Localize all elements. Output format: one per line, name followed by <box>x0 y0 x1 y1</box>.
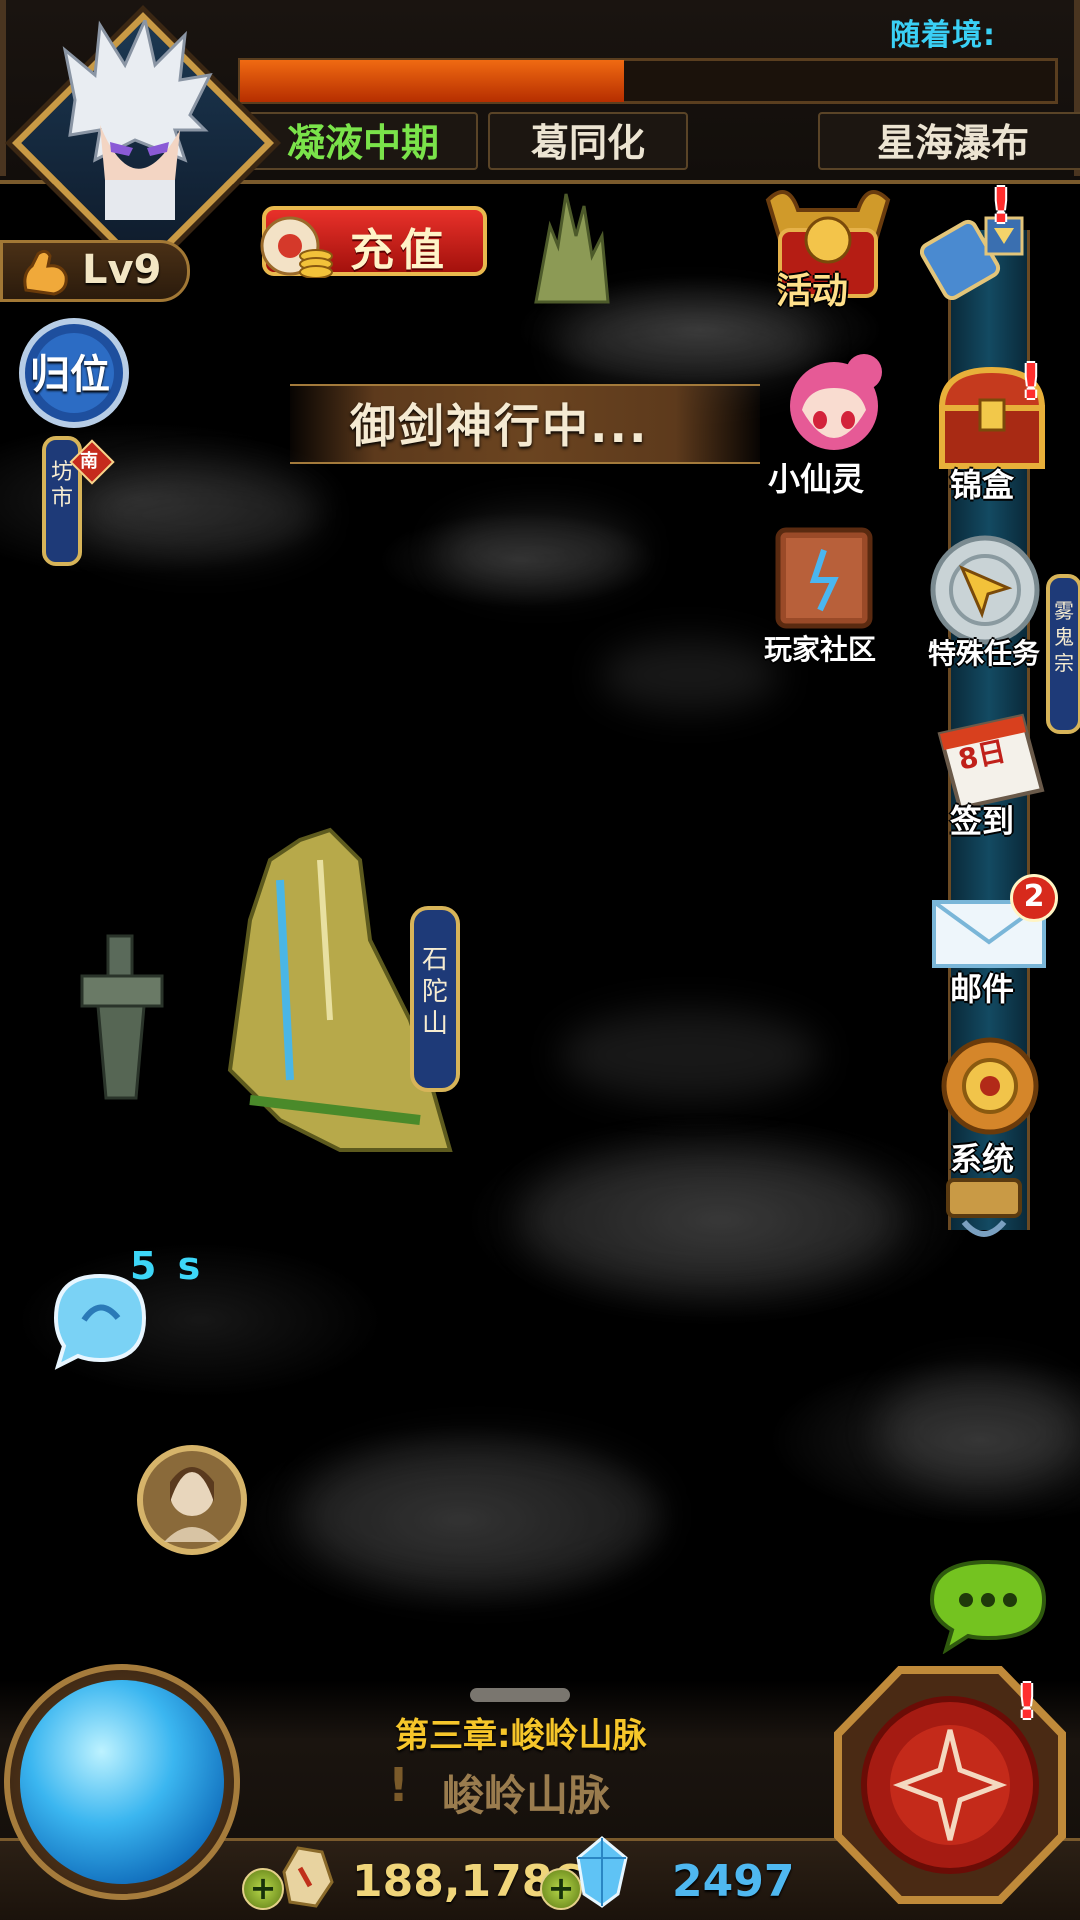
market-badge: 南 <box>80 451 98 472</box>
realm-stage: 凝液中期 <box>248 112 478 170</box>
chapter-title[interactable]: 第三章:峻岭山脉 <box>395 1708 647 1757</box>
mail-count-badge: 2 <box>1010 874 1058 922</box>
distant-mountain <box>534 193 610 304</box>
quest-alert-icon: ! <box>388 1758 409 1812</box>
sect-tag[interactable]: 雾鬼宗 <box>1046 574 1080 734</box>
quest-panel-handle[interactable] <box>470 1688 570 1702</box>
gem-amount: 2497 <box>672 1856 795 1907</box>
special-task-label: 特殊任务 <box>928 637 1041 670</box>
player-community-icon[interactable] <box>764 520 884 638</box>
cloud <box>880 1370 1080 1490</box>
chest-alert-icon: ! <box>1020 354 1042 410</box>
shituo-mountain-tag[interactable]: 石陀山 <box>410 906 460 1092</box>
game-screen: 随着境: 凝液中期 葛同化 星海瀑布 Lv9 充值 归位 坊市 南 御剑神行中.… <box>0 0 1080 1920</box>
stone-sword-monument[interactable] <box>74 928 170 1104</box>
scroll-menu-icon[interactable] <box>920 190 1030 300</box>
chest-label: 锦盒 <box>950 466 1015 504</box>
player-community-label: 玩家社区 <box>764 633 877 666</box>
player-level: Lv9 <box>82 247 162 293</box>
system-gear-icon[interactable] <box>934 1030 1046 1142</box>
fairy-label: 小仙灵 <box>768 460 865 498</box>
cloud <box>520 1150 900 1290</box>
character-name: 葛同化 <box>488 112 688 170</box>
exp-bar-fill <box>240 60 624 102</box>
cloud <box>600 640 780 710</box>
info-row: 凝液中期 葛同化 星海瀑布 <box>248 112 1080 172</box>
gold-ore-icon <box>282 1846 334 1908</box>
spirit-bubble-icon[interactable] <box>48 1266 152 1370</box>
spirit-gem-icon <box>576 1836 628 1908</box>
cloud <box>300 1440 660 1590</box>
chat-button[interactable] <box>926 1556 1050 1654</box>
chapter-subtitle[interactable]: 峻岭山脉 <box>442 1762 610 1823</box>
cloud <box>80 470 320 560</box>
mail-label: 邮件 <box>950 970 1015 1008</box>
skill-alert-icon: ! <box>1016 1674 1038 1730</box>
realm-label: 随着境: <box>890 18 996 53</box>
special-task-icon[interactable] <box>922 528 1048 648</box>
recharge-label: 充值 <box>350 225 450 276</box>
strength-arm-icon <box>23 249 68 296</box>
money-bag-icon <box>260 216 333 278</box>
fairy-icon[interactable] <box>768 348 898 468</box>
return-label: 归位 <box>30 352 110 398</box>
collapse-menu-icon[interactable] <box>944 1176 1024 1246</box>
system-label: 系统 <box>950 1140 1015 1178</box>
cloud <box>560 1010 820 1100</box>
cloud <box>440 510 640 590</box>
npc-portrait-icon[interactable] <box>134 1442 250 1566</box>
scroll-alert-icon: ! <box>990 178 1012 234</box>
sign-in-label: 签到 <box>950 802 1015 840</box>
player-avatar[interactable] <box>55 20 215 220</box>
activity-label: 活动 <box>776 271 849 312</box>
joystick-orb[interactable] <box>20 1680 224 1884</box>
travel-status-text: 御剑神行中... <box>350 399 649 453</box>
current-map-name: 星海瀑布 <box>818 112 1080 170</box>
